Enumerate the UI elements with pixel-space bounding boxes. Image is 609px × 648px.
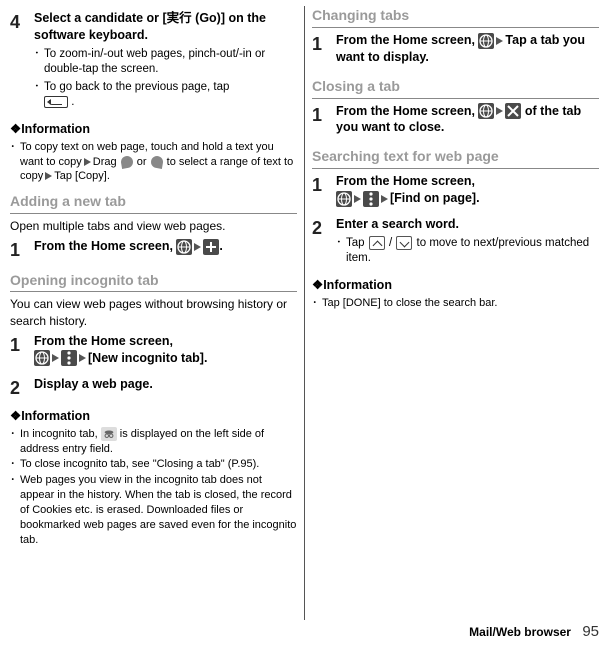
step-heading: From the Home screen, Tap a tab you want…: [336, 32, 599, 66]
selection-handle-icon: [120, 155, 134, 169]
chevron-down-icon: [396, 236, 412, 250]
globe-icon: [478, 33, 494, 49]
step-1: 1 From the Home screen, Tap a tab you wa…: [312, 32, 599, 69]
menu-dots-icon: [363, 191, 379, 207]
step-number: 4: [10, 10, 34, 113]
triangle-icon: [496, 37, 503, 45]
section-heading: Opening incognito tab: [10, 271, 297, 290]
step-number: 1: [10, 238, 34, 262]
back-key-icon: [44, 96, 68, 108]
column-divider: [304, 6, 305, 620]
globe-icon: [34, 350, 50, 366]
triangle-icon: [381, 195, 388, 203]
section-desc: You can view web pages without browsing …: [10, 296, 297, 328]
step-heading: Select a candidate or [実行 (Go)] on the s…: [34, 10, 297, 44]
step-heading: From the Home screen, [Find on page].: [336, 173, 599, 207]
page-footer: Mail/Web browser 95: [469, 622, 599, 642]
information-heading: ❖Information: [10, 408, 297, 425]
right-column: Changing tabs 1 From the Home screen, Ta…: [308, 6, 603, 620]
close-icon: [505, 103, 521, 119]
step-heading: Display a web page.: [34, 376, 297, 393]
information-heading: ❖Information: [10, 121, 297, 138]
step-heading: From the Home screen, .: [34, 238, 297, 255]
selection-handle-icon: [150, 155, 164, 169]
info-text: In incognito tab, is displayed on the le…: [20, 427, 297, 457]
info-text: To copy text on web page, touch and hold…: [20, 140, 297, 185]
step-number: 2: [10, 376, 34, 400]
section-desc: Open multiple tabs and view web pages.: [10, 218, 297, 234]
step-number: 1: [312, 103, 336, 140]
triangle-icon: [84, 158, 91, 166]
rule: [312, 27, 599, 28]
step-1: 1 From the Home screen, .: [10, 238, 297, 262]
step-number: 2: [312, 216, 336, 269]
bullet-text: Tap / to move to next/previous matched i…: [346, 236, 599, 267]
triangle-icon: [354, 195, 361, 203]
triangle-icon: [79, 354, 86, 362]
menu-dots-icon: [61, 350, 77, 366]
info-text: To close incognito tab, see "Closing a t…: [20, 457, 297, 472]
step-2: 2 Display a web page.: [10, 376, 297, 400]
section-heading: Closing a tab: [312, 77, 599, 96]
info-text: Web pages you view in the incognito tab …: [20, 473, 297, 547]
rule: [10, 291, 297, 292]
left-column: 4 Select a candidate or [実行 (Go)] on the…: [6, 6, 301, 620]
step-heading: From the Home screen, of the tab you wan…: [336, 103, 599, 137]
section-heading: Adding a new tab: [10, 192, 297, 211]
globe-icon: [176, 239, 192, 255]
chevron-up-icon: [369, 236, 385, 250]
footer-page-number: 95: [582, 623, 599, 640]
rule: [312, 168, 599, 169]
incognito-icon: [101, 427, 117, 441]
bullet-text: To zoom-in/-out web pages, pinch-out/-in…: [44, 47, 297, 78]
step-2: 2 Enter a search word. ･ Tap / to move t…: [312, 216, 599, 269]
triangle-icon: [194, 243, 201, 251]
rule: [312, 98, 599, 99]
step-number: 1: [10, 333, 34, 370]
info-text: Tap [DONE] to close the search bar.: [322, 296, 599, 311]
step-number: 1: [312, 173, 336, 210]
step-heading: From the Home screen, [New incognito tab…: [34, 333, 297, 367]
triangle-icon: [52, 354, 59, 362]
globe-icon: [478, 103, 494, 119]
step-1: 1 From the Home screen, [New incognito t…: [10, 333, 297, 370]
step-1: 1 From the Home screen, of the tab you w…: [312, 103, 599, 140]
section-heading: Searching text for web page: [312, 147, 599, 166]
step-number: 1: [312, 32, 336, 69]
step-1: 1 From the Home screen, [Find on page].: [312, 173, 599, 210]
rule: [10, 213, 297, 214]
step-4: 4 Select a candidate or [実行 (Go)] on the…: [10, 10, 297, 113]
footer-section: Mail/Web browser: [469, 625, 571, 639]
plus-icon: [203, 239, 219, 255]
information-heading: ❖Information: [312, 277, 599, 294]
globe-icon: [336, 191, 352, 207]
bullet-text: To go back to the previous page, tap .: [44, 80, 297, 111]
section-heading: Changing tabs: [312, 6, 599, 25]
triangle-icon: [496, 107, 503, 115]
triangle-icon: [45, 172, 52, 180]
step-heading: Enter a search word.: [336, 216, 599, 233]
